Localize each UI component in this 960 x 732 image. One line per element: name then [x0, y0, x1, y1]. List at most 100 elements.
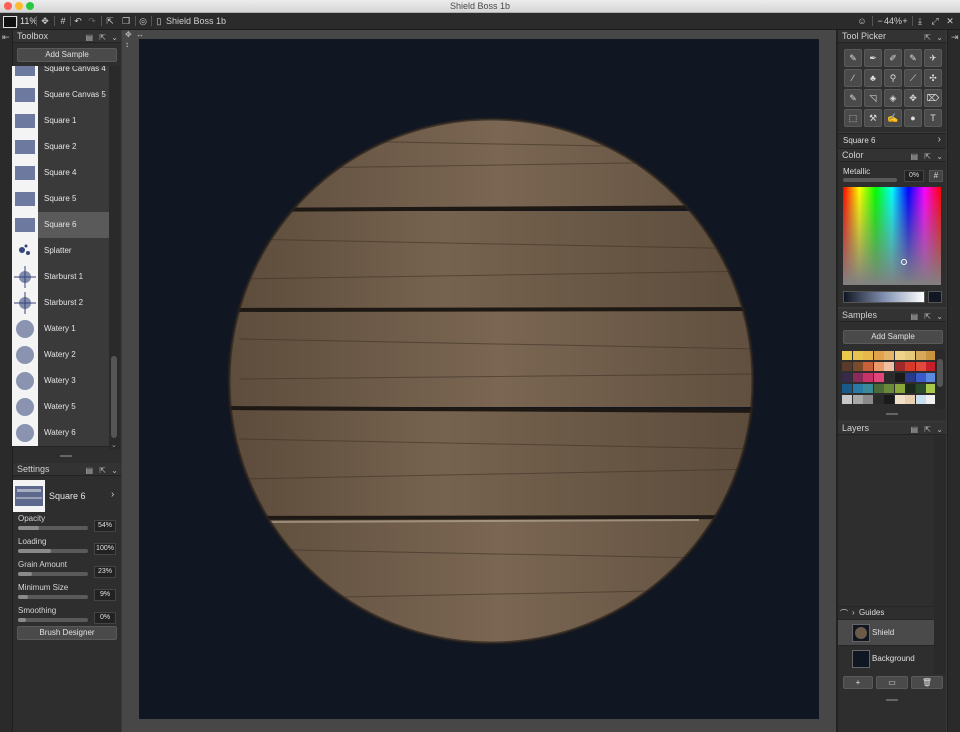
chevron-down-icon[interactable]: ⌄	[936, 150, 943, 163]
brush-tool-icon[interactable]: ✍	[884, 109, 902, 127]
export-panel-icon[interactable]: ⇱	[924, 423, 931, 436]
sample-swatch[interactable]	[894, 384, 905, 393]
brush-item[interactable]: Square Canvas 5	[12, 82, 109, 109]
hex-button[interactable]: #	[929, 170, 943, 182]
sample-swatch[interactable]	[873, 351, 884, 360]
vertical-ruler-icon[interactable]: ↕	[125, 40, 129, 49]
resize-handle[interactable]	[60, 455, 72, 457]
chevron-down-icon[interactable]: ⌄	[111, 31, 118, 44]
brush-item[interactable]: Square 5	[12, 186, 109, 213]
value-slider[interactable]	[843, 291, 925, 303]
splatter-tool-icon[interactable]: ♣	[864, 69, 882, 87]
sample-swatch[interactable]	[842, 351, 852, 360]
brush-item[interactable]: Starburst 2	[12, 290, 109, 317]
pen-tool-icon[interactable]: ✎	[844, 49, 862, 67]
sample-swatch[interactable]	[852, 373, 863, 382]
sample-swatch[interactable]	[852, 395, 863, 404]
transform-tool-icon[interactable]: ✥	[904, 89, 922, 107]
sample-swatch[interactable]	[884, 351, 894, 360]
text-tool-icon[interactable]: T	[924, 109, 942, 127]
color-spectrum[interactable]	[843, 187, 941, 285]
sample-swatch[interactable]	[863, 373, 873, 382]
sample-swatch[interactable]	[842, 373, 852, 382]
samples-scrollbar[interactable]	[935, 349, 945, 409]
brush-item[interactable]: Square 4	[12, 160, 109, 187]
download-icon[interactable]: ⤓	[914, 15, 926, 27]
sample-swatch[interactable]	[884, 384, 894, 393]
sample-swatch[interactable]	[863, 384, 873, 393]
color-well-icon[interactable]	[3, 16, 17, 28]
chevron-down-icon[interactable]: ⌄	[936, 423, 943, 436]
export-panel-icon[interactable]: ⇱	[924, 310, 931, 323]
setting-slider[interactable]	[18, 549, 88, 553]
sample-swatch[interactable]	[915, 362, 926, 371]
setting-slider[interactable]	[18, 526, 88, 530]
sample-swatch[interactable]	[894, 395, 905, 404]
blender-tool-icon[interactable]: ✣	[924, 69, 942, 87]
collapse-left-icon[interactable]: ⇤	[2, 32, 10, 43]
layers-scrollbar[interactable]	[934, 436, 946, 674]
sample-swatch[interactable]	[915, 351, 926, 360]
sample-swatch[interactable]	[915, 373, 926, 382]
sample-swatch[interactable]	[873, 395, 884, 404]
sample-swatch[interactable]	[863, 395, 873, 404]
sample-swatch[interactable]	[905, 384, 915, 393]
close-panels-icon[interactable]: ✕	[944, 15, 956, 27]
folder-icon[interactable]: ▤	[910, 310, 918, 323]
sample-swatch[interactable]	[842, 384, 852, 393]
brush-item[interactable]: Square 2	[12, 134, 109, 161]
zoom-level-left[interactable]: 11%	[20, 15, 37, 27]
folder-icon[interactable]: ▤	[910, 423, 918, 436]
smudge-tool-icon[interactable]: ⟋	[904, 69, 922, 87]
metallic-value[interactable]: 0%	[904, 170, 924, 182]
move-canvas-icon[interactable]: ✥	[125, 30, 132, 39]
add-layer-group-button[interactable]: ▭	[876, 676, 908, 689]
brush-item[interactable]: Square Canvas 4	[12, 66, 109, 83]
export-panel-icon[interactable]: ⇱	[99, 31, 106, 44]
chevron-down-icon[interactable]: ⌄	[111, 464, 118, 477]
setting-slider[interactable]	[18, 618, 88, 622]
dropper-tool-icon[interactable]: ●	[904, 109, 922, 127]
sample-swatch[interactable]	[873, 384, 884, 393]
move-icon[interactable]: ✥	[39, 15, 51, 27]
guides-row[interactable]: ⌒ › Guides	[838, 606, 934, 619]
resize-handle[interactable]	[886, 699, 898, 701]
sample-swatch[interactable]	[894, 373, 905, 382]
collapse-right-icon[interactable]: ⇥	[951, 32, 959, 43]
fill-tool-icon[interactable]: ◈	[884, 89, 902, 107]
sample-swatch[interactable]	[873, 362, 884, 371]
color-picker-cursor[interactable]	[901, 259, 907, 265]
add-layer-button[interactable]: +	[843, 676, 873, 689]
brush-item[interactable]: Square 6	[12, 212, 109, 239]
setting-value[interactable]: 0%	[94, 612, 116, 624]
guides-toggle-icon[interactable]: ›	[852, 608, 855, 617]
sample-swatch[interactable]	[873, 373, 884, 382]
canvas[interactable]	[139, 39, 819, 719]
chevron-down-icon[interactable]: ⌄	[936, 31, 943, 44]
add-sample-button[interactable]: Add Sample	[17, 48, 117, 62]
sample-swatch[interactable]	[842, 362, 852, 371]
globe-icon[interactable]: ◎	[137, 15, 149, 27]
setting-slider[interactable]	[18, 595, 88, 599]
sample-swatch[interactable]	[915, 395, 926, 404]
sample-swatch[interactable]	[852, 351, 863, 360]
gallery-icon[interactable]: ❐	[120, 15, 132, 27]
clear-tool-icon[interactable]: ⌦	[924, 89, 942, 107]
sample-swatch[interactable]	[852, 384, 863, 393]
brush-item[interactable]: Watery 1	[12, 316, 109, 343]
setting-value[interactable]: 9%	[94, 589, 116, 601]
sample-swatch[interactable]	[863, 351, 873, 360]
stick-tool-icon[interactable]: ⁄	[844, 69, 862, 87]
brush-item[interactable]: Watery 3	[12, 368, 109, 395]
airbrush-tool-icon[interactable]: ✈	[924, 49, 942, 67]
brush-list-scrollbar[interactable]: ⌄	[109, 66, 120, 450]
current-color-swatch[interactable]	[928, 291, 942, 303]
horizontal-ruler-icon[interactable]: ↔	[136, 30, 144, 39]
sample-swatch[interactable]	[915, 384, 926, 393]
fullscreen-icon[interactable]: ⤢	[929, 15, 941, 27]
sample-swatch[interactable]	[852, 362, 863, 371]
shape-tool-icon[interactable]: ◹	[864, 89, 882, 107]
setting-value[interactable]: 54%	[94, 520, 116, 532]
export-icon[interactable]: ⇱	[104, 15, 116, 27]
scrollbar-thumb[interactable]	[937, 359, 943, 387]
